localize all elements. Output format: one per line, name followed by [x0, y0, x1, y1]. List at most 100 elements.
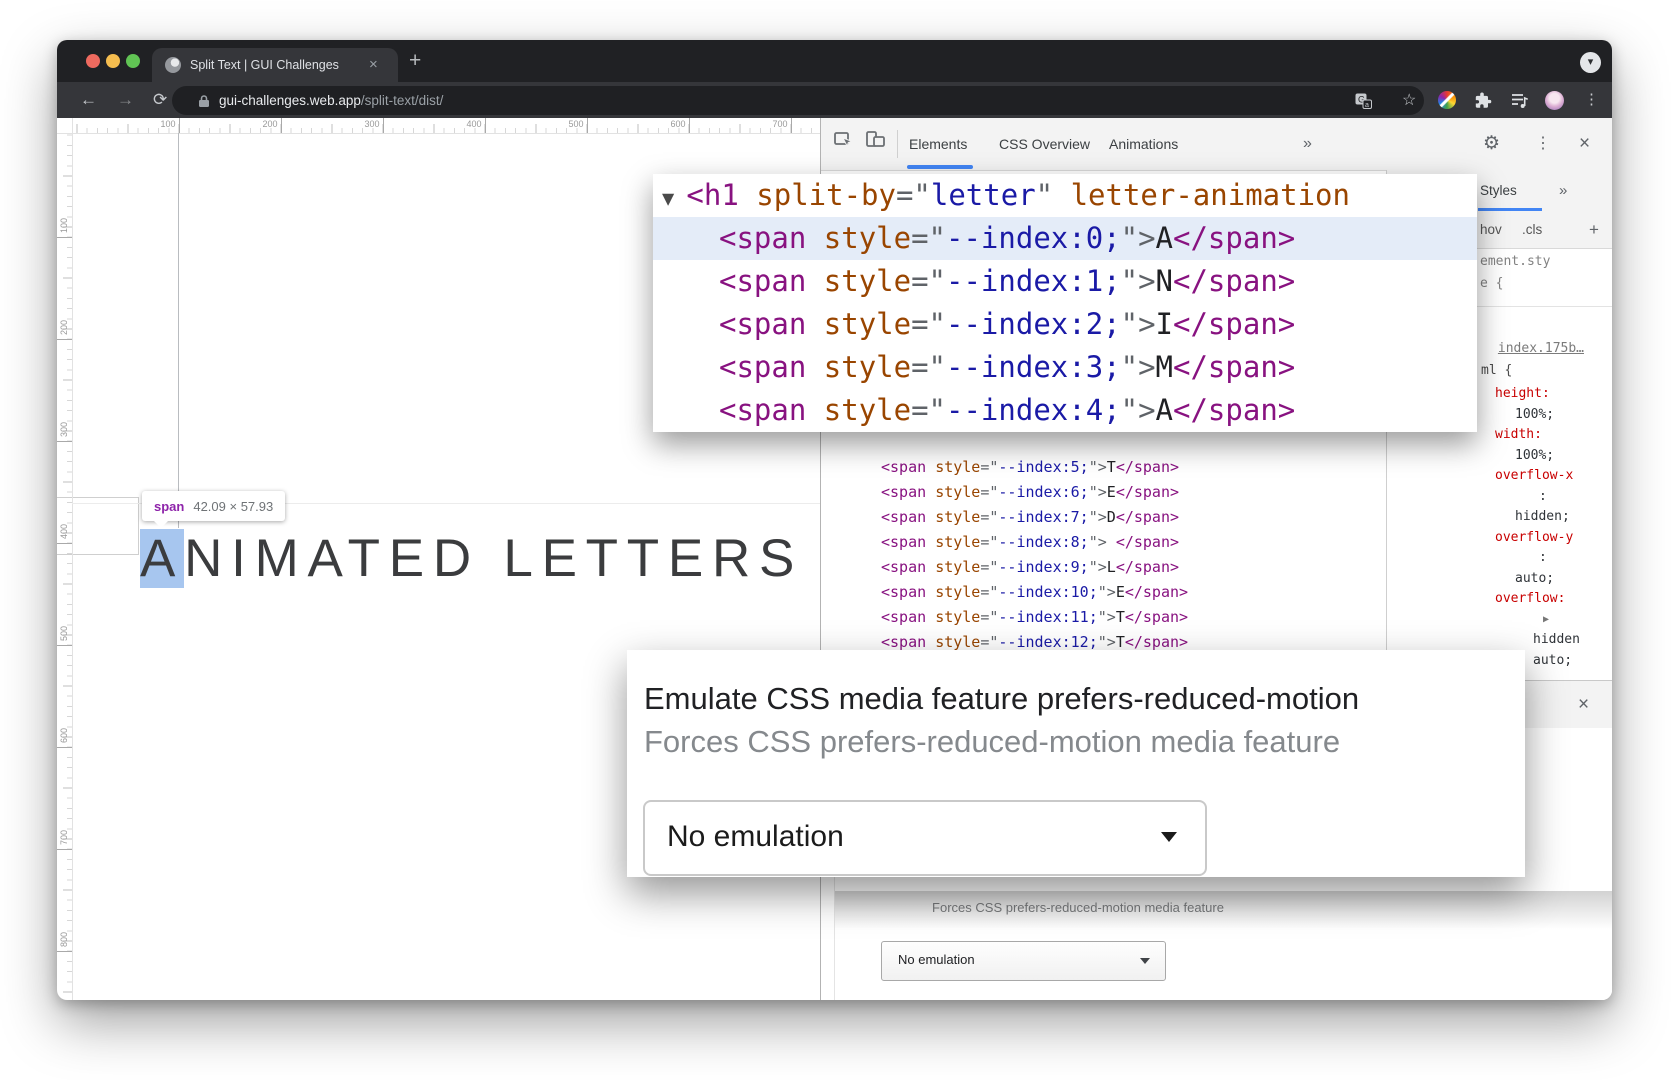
minimize-window-button[interactable]	[106, 54, 120, 68]
span-code-lines[interactable]: <span style="--index:0;">A</span><span s…	[653, 217, 1477, 432]
ruler-tick	[57, 747, 72, 748]
drawer-close-icon[interactable]: ×	[1578, 681, 1589, 729]
translate-icon[interactable]: G a	[1355, 93, 1372, 109]
tree-row[interactable]: <span style="--index:8;"> </span>	[881, 530, 1188, 555]
tree-row[interactable]: <span style="--index:6;">E</span>	[881, 480, 1188, 505]
tab-animations[interactable]: Animations	[1109, 118, 1178, 170]
settings-gear-icon[interactable]: ⚙	[1483, 118, 1500, 170]
new-tab-button[interactable]: +	[409, 40, 421, 82]
url-text[interactable]: gui-challenges.web.app/split-text/dist/	[219, 86, 443, 115]
css-property-line[interactable]: overflow-y	[1489, 528, 1580, 549]
stylesheet-link[interactable]: index.175b…	[1498, 341, 1584, 356]
inspect-element-icon[interactable]	[833, 129, 855, 151]
more-tabs-icon[interactable]: »	[1303, 118, 1312, 170]
tab-close-icon[interactable]: ×	[369, 48, 378, 82]
ruler-tick	[689, 118, 690, 133]
tree-row[interactable]: <span style="--index:7;">D</span>	[881, 505, 1188, 530]
select-value: No emulation	[898, 942, 975, 978]
add-rule-icon[interactable]: +	[1589, 212, 1599, 248]
reduced-motion-select[interactable]: No emulation	[881, 941, 1166, 981]
extension-colorwheel-icon[interactable]	[1438, 91, 1456, 109]
address-bar[interactable]: gui-challenges.web.app/split-text/dist/ …	[172, 86, 1424, 115]
ruler-tick	[179, 118, 180, 133]
browser-update-chevron-icon[interactable]: ▾	[1580, 52, 1601, 73]
magnified-reduced-motion-overlay: Emulate CSS media feature prefers-reduce…	[627, 650, 1525, 877]
devtools-close-icon[interactable]: ×	[1579, 118, 1590, 170]
browser-menu-icon[interactable]: ⋮	[1584, 82, 1599, 118]
bookmark-star-icon[interactable]: ☆	[1402, 86, 1416, 115]
code-line[interactable]: <span style="--index:1;">N</span>	[653, 260, 1477, 303]
css-property-line[interactable]: ▶	[1489, 610, 1580, 631]
code-line[interactable]: <span style="--index:2;">I</span>	[653, 303, 1477, 346]
css-property-line[interactable]: height:	[1489, 384, 1580, 405]
code-line[interactable]: <span style="--index:4;">A</span>	[653, 389, 1477, 432]
css-property-line[interactable]: :	[1489, 548, 1580, 569]
lock-icon	[198, 94, 210, 108]
tab-elements[interactable]: Elements	[909, 118, 967, 170]
html-selector[interactable]: ml {	[1481, 363, 1512, 378]
ruler-label: 300	[59, 422, 69, 437]
reload-button[interactable]: ⟳	[153, 82, 167, 118]
popup-title: Emulate CSS media feature prefers-reduce…	[644, 681, 1359, 717]
ruler-tick	[57, 441, 72, 442]
devtools-menu-icon[interactable]: ⋮	[1535, 118, 1551, 170]
css-properties-list[interactable]: height:100%;width:100%;overflow-x:hidden…	[1489, 384, 1580, 671]
ruler-label: 100	[160, 119, 175, 129]
elements-tree[interactable]: <span style="--index:5;">T</span><span s…	[881, 455, 1188, 655]
ruler-tick	[57, 849, 72, 850]
playlist-music-icon[interactable]	[1510, 91, 1529, 110]
ruler-label: 800	[59, 932, 69, 947]
tree-row[interactable]: <span style="--index:11;">T</span>	[881, 605, 1188, 630]
css-property-line[interactable]: auto;	[1489, 569, 1580, 590]
ruler-label: 200	[59, 320, 69, 335]
tab-title: Split Text | GUI Challenges	[190, 48, 339, 82]
device-toolbar-icon[interactable]	[865, 129, 887, 151]
sidebar-more-tabs-icon[interactable]: »	[1559, 170, 1567, 212]
ruler-label: 600	[670, 119, 685, 129]
code-line[interactable]: <span style="--index:0;">A</span>	[653, 217, 1477, 260]
tree-row[interactable]: <span style="--index:9;">L</span>	[881, 555, 1188, 580]
toolbar-divider	[897, 130, 898, 158]
back-button[interactable]: ←	[80, 82, 97, 118]
profile-avatar[interactable]	[1545, 91, 1564, 110]
element-style-label[interactable]: ement.sty	[1480, 254, 1550, 269]
tab-styles[interactable]: Styles	[1480, 170, 1517, 212]
tree-row[interactable]: <span style="--index:10;">E</span>	[881, 580, 1188, 605]
forward-button[interactable]: →	[117, 82, 134, 118]
cls-toggle[interactable]: .cls	[1522, 212, 1542, 248]
url-path: /split-text/dist/	[361, 93, 444, 108]
close-window-button[interactable]	[86, 54, 100, 68]
css-property-line[interactable]: overflow-x	[1489, 466, 1580, 487]
h1-code-line[interactable]: ▼ <h1 split-by="letter" letter-animation	[653, 174, 1477, 217]
css-property-line[interactable]: :	[1489, 487, 1580, 508]
ruler-tick	[57, 237, 72, 238]
ruler-tick	[57, 543, 72, 544]
ruler-label: 300	[364, 119, 379, 129]
code-line[interactable]: <span style="--index:3;">M</span>	[653, 346, 1477, 389]
css-property-line[interactable]: 100%;	[1489, 405, 1580, 426]
extensions-puzzle-icon[interactable]	[1474, 91, 1493, 110]
browser-window: Split Text | GUI Challenges × + ▾ ← → ⟳ …	[57, 40, 1612, 1000]
tab-css-overview[interactable]: CSS Overview	[999, 118, 1090, 170]
popup-select-value: No emulation	[667, 802, 844, 872]
ruler-label: 500	[59, 626, 69, 641]
window-titlebar: Split Text | GUI Challenges × + ▾	[57, 40, 1612, 82]
css-property-line[interactable]: 100%;	[1489, 446, 1580, 467]
ruler-tick	[281, 118, 282, 133]
element-style-brace[interactable]: e {	[1480, 276, 1503, 291]
screenshot-canvas: Split Text | GUI Challenges × + ▾ ← → ⟳ …	[0, 0, 1671, 1080]
css-property-line[interactable]: hidden;	[1489, 507, 1580, 528]
ruler-tick	[57, 339, 72, 340]
css-property-line[interactable]: hidden	[1489, 630, 1580, 651]
popup-emulation-select[interactable]: No emulation	[643, 800, 1207, 876]
tree-row[interactable]: <span style="--index:5;">T</span>	[881, 455, 1188, 480]
hov-toggle[interactable]: hov	[1480, 212, 1502, 248]
browser-tab[interactable]: Split Text | GUI Challenges ×	[152, 48, 398, 82]
tooltip-dimensions: 42.09 × 57.93	[193, 499, 273, 514]
maximize-window-button[interactable]	[126, 54, 140, 68]
ruler-label: 500	[568, 119, 583, 129]
ruler-left	[57, 133, 73, 1000]
select-arrow-icon	[1140, 958, 1150, 969]
css-property-line[interactable]: overflow:	[1489, 589, 1580, 610]
css-property-line[interactable]: width:	[1489, 425, 1580, 446]
